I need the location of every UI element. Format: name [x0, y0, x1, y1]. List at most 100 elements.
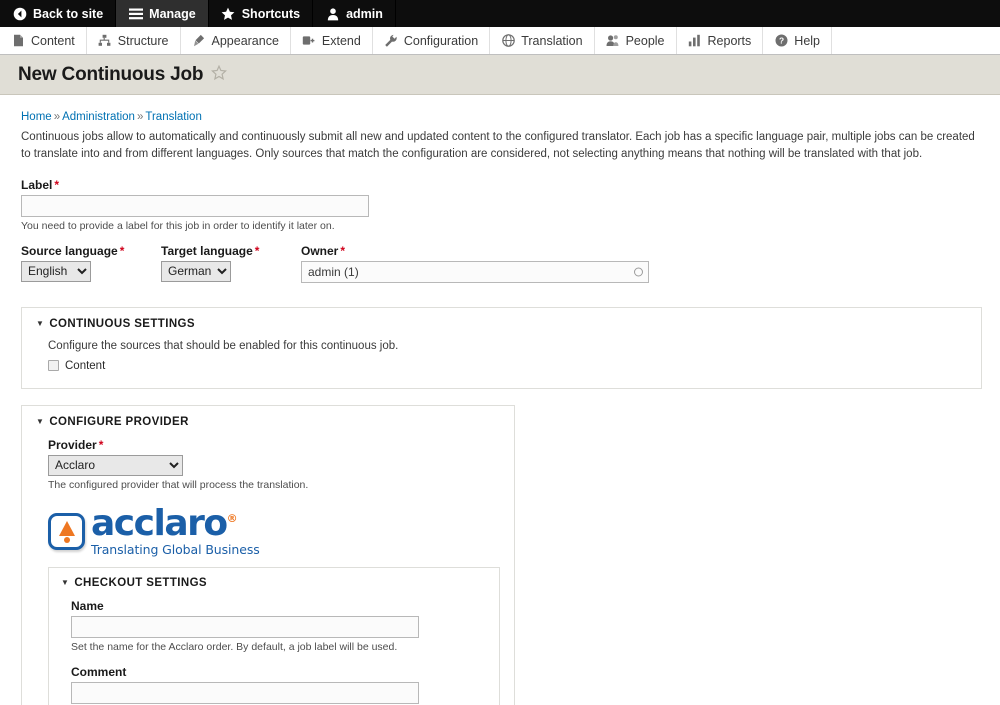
breadcrumb-separator: »: [137, 111, 143, 123]
label-field-description: You need to provide a label for this job…: [21, 220, 982, 232]
checkout-settings-fieldset: ▼ CHECKOUT SETTINGS Name Set the name fo…: [48, 567, 500, 705]
admin-menu-bar: Content Structure Appearance Extend Conf…: [0, 27, 1000, 55]
triangle-down-icon: ▼: [36, 320, 44, 328]
checkout-name-label: Name: [71, 599, 487, 613]
provider-label: Provider*: [48, 438, 500, 452]
wrench-icon: [384, 34, 398, 48]
label-field-label: Label*: [21, 178, 982, 192]
configure-provider-legend[interactable]: ▼ CONFIGURE PROVIDER: [36, 416, 500, 428]
content-checkbox[interactable]: [48, 360, 59, 371]
autocomplete-throbber-icon: [634, 267, 643, 276]
menu-item-configuration[interactable]: Configuration: [373, 27, 490, 54]
toolbar-item-label: Back to site: [33, 7, 103, 21]
toolbar-item-user[interactable]: admin: [313, 0, 396, 27]
breadcrumb-separator: »: [54, 111, 60, 123]
required-marker: *: [120, 244, 125, 258]
provider-select[interactable]: Acclaro: [48, 455, 183, 476]
user-icon: [325, 6, 340, 21]
target-language-form-item: Target language* GermanEnglish: [161, 244, 301, 282]
people-icon: [606, 34, 620, 48]
breadcrumb-item-administration[interactable]: Administration: [62, 111, 135, 123]
menu-item-translation[interactable]: Translation: [490, 27, 594, 54]
page-title: New Continuous Job: [18, 64, 203, 86]
owner-label-text: Owner: [301, 244, 338, 258]
menu-item-reports[interactable]: Reports: [677, 27, 764, 54]
continuous-settings-legend[interactable]: ▼ CONTINUOUS SETTINGS: [36, 318, 967, 330]
checkout-name-input[interactable]: [71, 616, 419, 638]
page-intro-text: Continuous jobs allow to automatically a…: [21, 129, 982, 164]
configure-provider-fieldset: ▼ CONFIGURE PROVIDER Provider* Acclaro T…: [21, 405, 515, 705]
breadcrumb-item-home[interactable]: Home: [21, 111, 52, 123]
menu-item-help[interactable]: ? Help: [763, 27, 832, 54]
back-arrow-icon: [12, 6, 27, 21]
document-icon: [11, 34, 25, 48]
triangle-down-icon: ▼: [61, 579, 69, 587]
checkout-settings-legend-text: CHECKOUT SETTINGS: [74, 577, 207, 589]
acclaro-wordmark-text: acclaro: [91, 503, 227, 544]
owner-label: Owner*: [301, 244, 649, 258]
provider-description: The configured provider that will proces…: [48, 479, 500, 491]
menu-item-label: Help: [794, 34, 820, 48]
checkout-settings-legend[interactable]: ▼ CHECKOUT SETTINGS: [61, 577, 487, 589]
menu-item-label: Reports: [708, 34, 752, 48]
required-marker: *: [255, 244, 260, 258]
breadcrumb: Home»Administration»Translation: [21, 111, 982, 123]
owner-form-item: Owner*: [301, 244, 649, 283]
globe-icon: [501, 34, 515, 48]
acclaro-wordmark: acclaro®: [91, 507, 260, 541]
toolbar-item-back-to-site[interactable]: Back to site: [0, 0, 116, 27]
continuous-settings-fieldset: ▼ CONTINUOUS SETTINGS Configure the sour…: [21, 307, 982, 389]
triangle-down-icon: ▼: [36, 418, 44, 426]
language-owner-row: Source language* EnglishGerman Target la…: [21, 244, 982, 293]
configure-provider-legend-text: CONFIGURE PROVIDER: [49, 416, 188, 428]
menu-item-label: Extend: [322, 34, 361, 48]
menu-item-label: Configuration: [404, 34, 478, 48]
source-language-form-item: Source language* EnglishGerman: [21, 244, 161, 282]
breadcrumb-item-translation[interactable]: Translation: [145, 111, 201, 123]
continuous-settings-body: Configure the sources that should be ena…: [36, 340, 967, 372]
checkout-comment-form-item: Comment Set the comment for the Acclaro …: [71, 665, 487, 705]
toolbar-item-label: admin: [346, 7, 383, 21]
acclaro-logo: acclaro® Translating Global Business: [48, 507, 500, 557]
sitemap-icon: [98, 34, 112, 48]
star-outline-icon[interactable]: [211, 65, 227, 85]
menu-item-appearance[interactable]: Appearance: [181, 27, 291, 54]
toolbar-item-label: Shortcuts: [242, 7, 300, 21]
target-language-select[interactable]: GermanEnglish: [161, 261, 231, 282]
target-language-label-text: Target language: [161, 244, 253, 258]
checkout-name-description: Set the name for the Acclaro order. By d…: [71, 641, 487, 653]
menu-item-label: People: [626, 34, 665, 48]
menu-item-people[interactable]: People: [595, 27, 677, 54]
checkout-comment-input[interactable]: [71, 682, 419, 704]
paintbrush-icon: [192, 34, 206, 48]
menu-item-label: Structure: [118, 34, 169, 48]
main-content: Home»Administration»Translation Continuo…: [0, 95, 1000, 705]
toolbar-item-manage[interactable]: Manage: [116, 0, 209, 27]
target-language-label: Target language*: [161, 244, 301, 258]
toolbar-item-shortcuts[interactable]: Shortcuts: [209, 0, 313, 27]
content-checkbox-label: Content: [65, 360, 105, 372]
menu-item-label: Content: [31, 34, 75, 48]
label-form-item: Label* You need to provide a label for t…: [21, 178, 982, 232]
acclaro-logo-text: acclaro® Translating Global Business: [91, 507, 260, 557]
svg-text:?: ?: [779, 36, 784, 46]
owner-input[interactable]: [301, 261, 649, 283]
required-marker: *: [99, 438, 104, 452]
menu-item-label: Translation: [521, 34, 582, 48]
source-language-select[interactable]: EnglishGerman: [21, 261, 91, 282]
provider-form-item: Provider* Acclaro The configured provide…: [48, 438, 500, 491]
star-icon: [221, 6, 236, 21]
continuous-settings-note: Configure the sources that should be ena…: [48, 340, 967, 352]
configure-provider-body: Provider* Acclaro The configured provide…: [36, 438, 500, 705]
content-checkbox-row[interactable]: Content: [48, 360, 967, 372]
owner-autocomplete-wrapper: [301, 261, 649, 283]
label-input[interactable]: [21, 195, 369, 217]
label-field-label-text: Label: [21, 178, 52, 192]
checkout-name-form-item: Name Set the name for the Acclaro order.…: [71, 599, 487, 653]
checkout-comment-label: Comment: [71, 665, 487, 679]
menu-item-extend[interactable]: Extend: [291, 27, 373, 54]
provider-label-text: Provider: [48, 438, 97, 452]
menu-item-structure[interactable]: Structure: [87, 27, 181, 54]
continuous-settings-legend-text: CONTINUOUS SETTINGS: [49, 318, 195, 330]
menu-item-content[interactable]: Content: [0, 27, 87, 54]
